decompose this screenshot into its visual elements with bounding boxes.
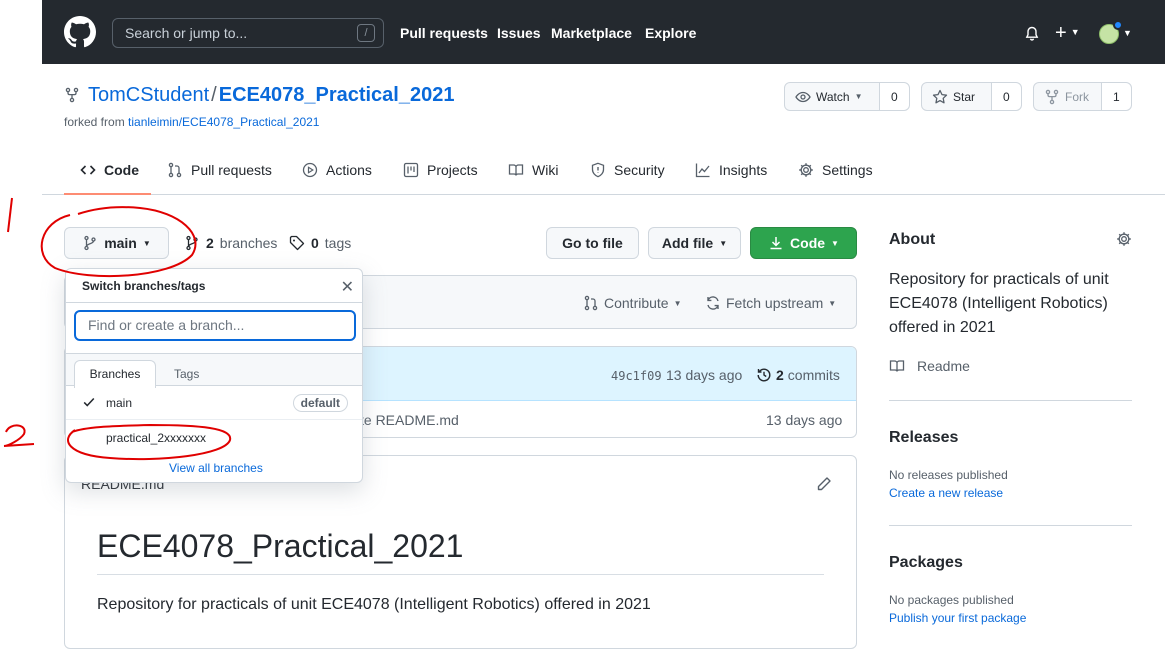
annotation-number-one-glyph [7, 197, 13, 233]
annotation-number-two: 2 [0, 0, 1, 1]
annotation-circle-main-branch [40, 206, 197, 278]
annotation-number-two-glyph [3, 424, 35, 447]
red-annotation-overlay [3, 197, 232, 461]
annotation-circle-practical-branch [67, 423, 232, 461]
